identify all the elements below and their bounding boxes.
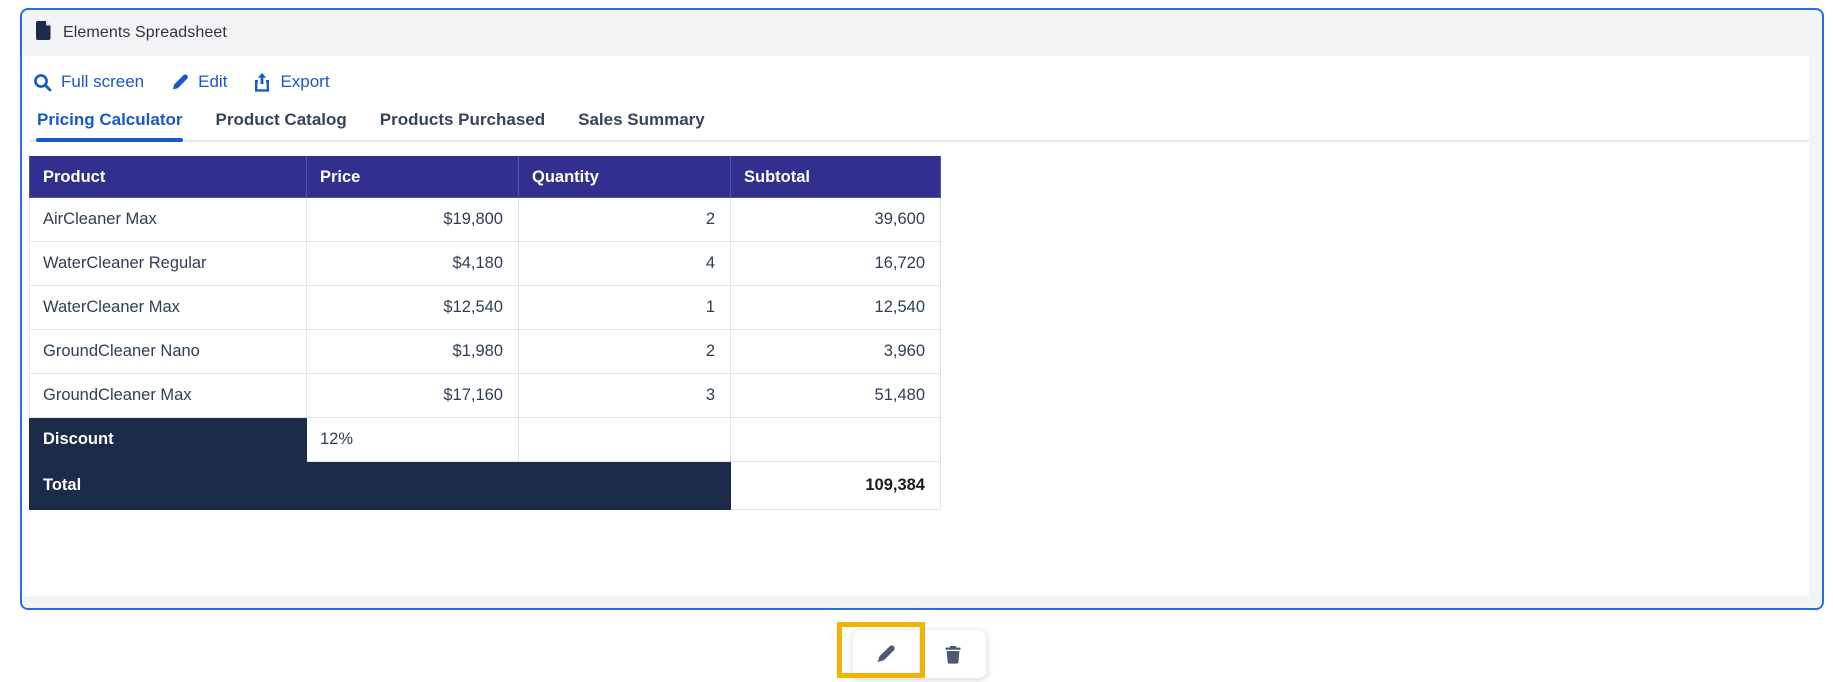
export-button[interactable]: Export bbox=[253, 72, 329, 92]
subtotal-cell: 39,600 bbox=[731, 198, 941, 242]
tab-pricing-calculator[interactable]: Pricing Calculator bbox=[36, 106, 183, 140]
column-header-subtotal: Subtotal bbox=[731, 157, 941, 198]
price-cell: $17,160 bbox=[307, 374, 519, 418]
table-row: WaterCleaner Max $12,540 1 12,540 bbox=[30, 286, 941, 330]
discount-row: Discount 12% bbox=[30, 418, 941, 462]
pricing-table: Product Price Quantity Subtotal AirClean… bbox=[29, 156, 941, 510]
column-header-price: Price bbox=[307, 157, 519, 198]
edit-link-button[interactable]: Edit bbox=[170, 72, 227, 92]
product-cell: WaterCleaner Regular bbox=[30, 242, 307, 286]
product-cell: AirCleaner Max bbox=[30, 198, 307, 242]
spreadsheet-widget: Elements Spreadsheet Full screen bbox=[20, 8, 1824, 610]
subtotal-cell: 51,480 bbox=[731, 374, 941, 418]
discount-label-cell: Discount bbox=[30, 418, 307, 462]
widget-body: Full screen Edit bbox=[22, 56, 1809, 596]
subtotal-cell: 16,720 bbox=[731, 242, 941, 286]
trash-icon bbox=[943, 644, 963, 665]
empty-cell bbox=[731, 418, 941, 462]
pencil-icon bbox=[170, 73, 189, 92]
price-cell: $1,980 bbox=[307, 330, 519, 374]
price-cell: $4,180 bbox=[307, 242, 519, 286]
table-row: GroundCleaner Max $17,160 3 51,480 bbox=[30, 374, 941, 418]
quantity-cell: 3 bbox=[519, 374, 731, 418]
magnifier-icon bbox=[33, 73, 52, 92]
export-icon bbox=[253, 72, 271, 92]
discount-value-cell: 12% bbox=[307, 418, 519, 462]
table-row: GroundCleaner Nano $1,980 2 3,960 bbox=[30, 330, 941, 374]
quantity-cell: 2 bbox=[519, 198, 731, 242]
export-label: Export bbox=[280, 72, 329, 92]
quantity-cell: 2 bbox=[519, 330, 731, 374]
product-cell: WaterCleaner Max bbox=[30, 286, 307, 330]
widget-toolbar: Full screen Edit bbox=[29, 63, 1809, 101]
tab-sales-summary[interactable]: Sales Summary bbox=[577, 106, 706, 140]
total-label-cell: Total bbox=[30, 462, 731, 510]
delete-widget-button[interactable] bbox=[919, 630, 986, 678]
tab-product-catalog[interactable]: Product Catalog bbox=[214, 106, 347, 140]
tab-bar: Pricing Calculator Product Catalog Produ… bbox=[29, 106, 1809, 142]
subtotal-cell: 12,540 bbox=[731, 286, 941, 330]
product-cell: GroundCleaner Nano bbox=[30, 330, 307, 374]
table-row: AirCleaner Max $19,800 2 39,600 bbox=[30, 198, 941, 242]
column-header-quantity: Quantity bbox=[519, 157, 731, 198]
table-row: WaterCleaner Regular $4,180 4 16,720 bbox=[30, 242, 941, 286]
subtotal-cell: 3,960 bbox=[731, 330, 941, 374]
total-value-cell: 109,384 bbox=[731, 462, 941, 510]
widget-action-bar bbox=[852, 629, 987, 679]
product-cell: GroundCleaner Max bbox=[30, 374, 307, 418]
quantity-cell: 4 bbox=[519, 242, 731, 286]
tab-products-purchased[interactable]: Products Purchased bbox=[379, 106, 546, 140]
table-header-row: Product Price Quantity Subtotal bbox=[30, 157, 941, 198]
widget-header: Elements Spreadsheet bbox=[22, 10, 1822, 56]
column-header-product: Product bbox=[30, 157, 307, 198]
pencil-icon bbox=[875, 643, 897, 665]
total-row: Total 109,384 bbox=[30, 462, 941, 510]
document-icon bbox=[35, 20, 52, 46]
widget-title: Elements Spreadsheet bbox=[63, 24, 227, 42]
edit-link-label: Edit bbox=[198, 72, 227, 92]
page: Elements Spreadsheet Full screen bbox=[0, 0, 1833, 682]
price-cell: $12,540 bbox=[307, 286, 519, 330]
empty-cell bbox=[519, 418, 731, 462]
full-screen-label: Full screen bbox=[61, 72, 144, 92]
quantity-cell: 1 bbox=[519, 286, 731, 330]
price-cell: $19,800 bbox=[307, 198, 519, 242]
full-screen-button[interactable]: Full screen bbox=[33, 72, 144, 92]
edit-widget-button[interactable] bbox=[853, 630, 919, 678]
